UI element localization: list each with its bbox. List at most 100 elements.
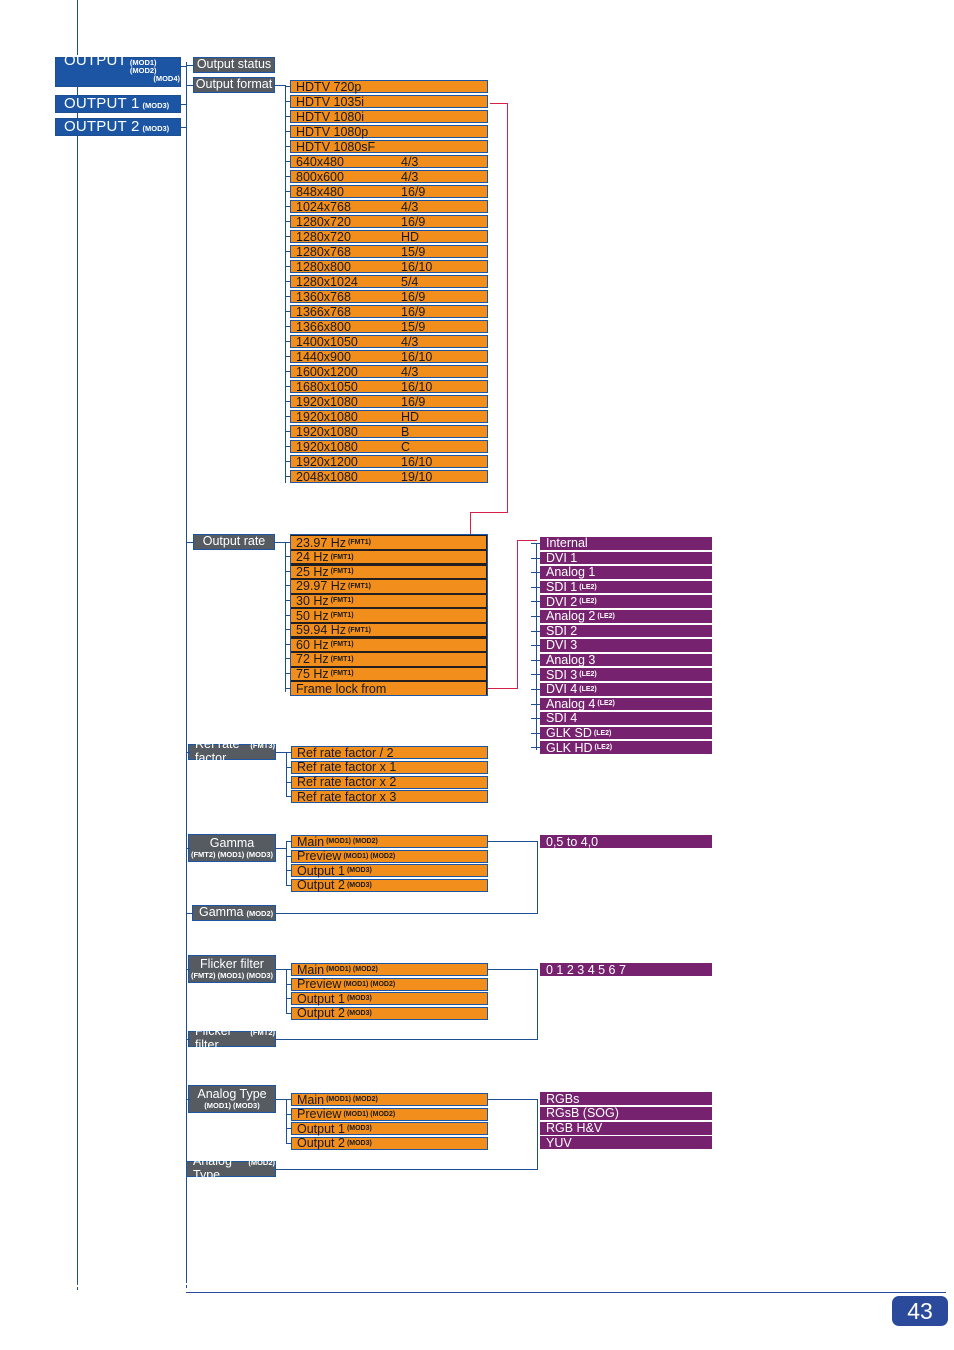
frame-lock-source-item[interactable]: DVI 1 bbox=[540, 551, 712, 565]
frame-lock-source-item[interactable]: GLK HD (LE2) bbox=[540, 741, 712, 755]
analog-target-item[interactable]: Output 2 (MOD3) bbox=[291, 1136, 488, 1150]
frame-lock-source-item[interactable]: Analog 1 bbox=[540, 565, 712, 579]
output-format-item[interactable]: 1680x1050 16/10 bbox=[290, 380, 488, 394]
output-format-item[interactable]: HDTV 1035i bbox=[290, 95, 488, 109]
frame-lock-source-item[interactable]: DVI 3 bbox=[540, 638, 712, 652]
output-rate-item[interactable]: 50 Hz (FMT1) bbox=[291, 609, 486, 623]
frame-lock-source-item[interactable]: Analog 4 (LE2) bbox=[540, 697, 712, 711]
output-rate-item[interactable]: 72 Hz (FMT1) bbox=[291, 652, 486, 666]
connector-rate-item bbox=[285, 600, 291, 601]
frame-lock-source-item[interactable]: SDI 1 (LE2) bbox=[540, 580, 712, 594]
analog-target-item[interactable]: Preview (MOD1) (MOD2) bbox=[291, 1107, 488, 1121]
flicker-target-item[interactable]: Output 1 (MOD3) bbox=[291, 991, 488, 1006]
output-format-item[interactable]: 1920x1080 16/9 bbox=[290, 395, 488, 409]
flicker-target-item[interactable]: Main (MOD1) (MOD2) bbox=[291, 963, 488, 977]
menu-output-rate[interactable]: Output rate bbox=[193, 534, 275, 550]
output-format-item[interactable]: 1280x1024 5/4 bbox=[290, 275, 488, 289]
connector-framelock-item bbox=[531, 747, 540, 749]
superscript-tag: (FMT1) bbox=[330, 553, 354, 561]
output-format-item[interactable]: 1366x768 16/9 bbox=[290, 305, 488, 319]
output-format-item[interactable]: HDTV 720p bbox=[290, 80, 488, 94]
menu-flicker-fmt2[interactable]: Flicker filter (FMT2) bbox=[188, 1024, 276, 1052]
output-format-item[interactable]: 1920x1200 16/10 bbox=[290, 455, 488, 469]
flicker-target-name: Output 1 bbox=[297, 991, 345, 1006]
gamma-value-item[interactable]: 0,5 to 4,0 bbox=[540, 835, 712, 849]
output-format-item[interactable]: 1280x720 HD bbox=[290, 229, 488, 244]
output-format-item-name: 640x480 bbox=[296, 154, 344, 169]
output-format-item[interactable]: 640x480 4/3 bbox=[290, 154, 488, 169]
analog-type-value-item[interactable]: RGB H&V bbox=[540, 1121, 712, 1135]
flicker-target-item[interactable]: Preview (MOD1) (MOD2) bbox=[291, 977, 488, 991]
output-format-item[interactable]: 1440x900 16/10 bbox=[290, 350, 488, 364]
output-rate-item[interactable]: 29.97 Hz (FMT1) bbox=[291, 579, 486, 593]
output-rate-item[interactable]: 59.94 Hz (FMT1) bbox=[291, 623, 486, 637]
output-format-item[interactable]: 800x600 4/3 bbox=[290, 170, 488, 184]
output-format-item[interactable]: 1280x768 15/9 bbox=[290, 245, 488, 259]
output-format-item-ratio: HD bbox=[401, 229, 420, 244]
output-rate-item[interactable]: 24 Hz (FMT1) bbox=[291, 550, 486, 564]
menu-flicker-filter[interactable]: Flicker filter (FMT2) (MOD1) (MOD3) bbox=[188, 955, 276, 983]
menu-output-status[interactable]: Output status bbox=[193, 57, 275, 73]
analog-type-value-item[interactable]: RGBs bbox=[540, 1092, 712, 1106]
output-format-item[interactable]: 1280x800 16/10 bbox=[290, 260, 488, 274]
gamma-target-item[interactable]: Main (MOD1) (MOD2) bbox=[291, 835, 488, 849]
flicker-target-item[interactable]: Output 2 (MOD3) bbox=[291, 1006, 488, 1020]
frame-lock-source-item[interactable]: DVI 2 (LE2) bbox=[540, 595, 712, 609]
output-format-item[interactable]: HDTV 1080sF bbox=[290, 140, 488, 154]
analog-type-value-item[interactable]: RGsB (SOG) bbox=[540, 1106, 712, 1120]
output-format-item-name: 1366x800 bbox=[296, 319, 351, 334]
output-format-item[interactable]: 1920x1080 C bbox=[290, 440, 488, 454]
output-rate-item[interactable]: 25 Hz (FMT1) bbox=[291, 564, 486, 579]
output-format-item[interactable]: 1920x1080 HD bbox=[290, 410, 488, 424]
output-rate-item-name: 25 Hz bbox=[296, 564, 329, 579]
menu-flicker-filter-label: Flicker filter bbox=[200, 957, 264, 971]
superscript-tag: (MOD1) (MOD2) bbox=[326, 838, 378, 845]
output-format-item[interactable]: HDTV 1080i bbox=[290, 110, 488, 124]
output-format-item[interactable]: 1024x768 4/3 bbox=[290, 200, 488, 214]
output-format-item[interactable]: 1600x1200 4/3 bbox=[290, 365, 488, 379]
frame-lock-source-item[interactable]: SDI 4 bbox=[540, 711, 712, 725]
ref-rate-factor-item[interactable]: Ref rate factor x 1 bbox=[291, 760, 488, 774]
analog-target-item[interactable]: Output 1 (MOD3) bbox=[291, 1122, 488, 1136]
analog-target-item[interactable]: Main (MOD1) (MOD2) bbox=[291, 1093, 488, 1107]
output-rate-item-name: Frame lock from bbox=[296, 681, 387, 696]
ref-rate-factor-item[interactable]: Ref rate factor / 2 bbox=[291, 746, 488, 760]
output-format-item[interactable]: 1280x720 16/9 bbox=[290, 215, 488, 229]
frame-lock-source-item[interactable]: Internal bbox=[540, 536, 712, 550]
ref-rate-factor-item[interactable]: Ref rate factor x 2 bbox=[291, 775, 488, 789]
output-format-item[interactable]: 2048x1080 19/10 bbox=[290, 470, 488, 484]
output-format-item[interactable]: 1400x1050 4/3 bbox=[290, 335, 488, 349]
frame-lock-source-item[interactable]: Analog 2 (LE2) bbox=[540, 609, 712, 623]
output-rate-item[interactable]: 30 Hz (FMT1) bbox=[291, 594, 486, 608]
menu-gamma-mod2[interactable]: Gamma (MOD2) bbox=[192, 905, 276, 921]
menu-analog-type-mod2[interactable]: Analog Type (MOD2) bbox=[186, 1154, 276, 1182]
menu-analog-type[interactable]: Analog Type (MOD1) (MOD3) bbox=[188, 1085, 276, 1113]
menu-gamma[interactable]: Gamma (FMT2) (MOD1) (MOD3) bbox=[188, 834, 276, 862]
frame-lock-source-item[interactable]: SDI 2 bbox=[540, 624, 712, 638]
output-rate-item[interactable]: 75 Hz (FMT1) bbox=[291, 667, 486, 681]
root-output[interactable]: OUTPUT (MOD1) (MOD2) (MOD4) bbox=[55, 53, 181, 87]
output-rate-item[interactable]: 23.97 Hz (FMT1) bbox=[291, 536, 486, 550]
output-format-item[interactable]: 1920x1080 B bbox=[290, 424, 488, 439]
output-format-item-name: 1920x1080 bbox=[296, 424, 358, 439]
menu-ref-rate-factor[interactable]: Ref rate factor (FMT3) bbox=[188, 737, 276, 765]
ref-rate-factor-item[interactable]: Ref rate factor x 3 bbox=[291, 790, 488, 804]
output-format-item[interactable]: 848x480 16/9 bbox=[290, 185, 488, 199]
frame-lock-source-item[interactable]: DVI 4 (LE2) bbox=[540, 682, 712, 696]
output-rate-item[interactable]: 60 Hz (FMT1) bbox=[291, 638, 486, 652]
flicker-value-item[interactable]: 0 1 2 3 4 5 6 7 bbox=[540, 963, 712, 977]
menu-output-format[interactable]: Output format bbox=[193, 77, 275, 93]
gamma-target-item[interactable]: Output 2 (MOD3) bbox=[291, 878, 488, 892]
frame-lock-source-item[interactable]: Analog 3 bbox=[540, 653, 712, 667]
gamma-target-item[interactable]: Output 1 (MOD3) bbox=[291, 864, 488, 878]
frame-lock-source-item[interactable]: GLK SD (LE2) bbox=[540, 726, 712, 740]
root-output-1[interactable]: OUTPUT 1 (MOD3) bbox=[55, 95, 181, 113]
output-format-item[interactable]: HDTV 1080p bbox=[290, 125, 488, 139]
output-format-item[interactable]: 1360x768 16/9 bbox=[290, 290, 488, 304]
analog-type-value-item[interactable]: YUV bbox=[540, 1136, 712, 1150]
output-format-item[interactable]: 1366x800 15/9 bbox=[290, 319, 488, 334]
frame-lock-source-item[interactable]: SDI 3 (LE2) bbox=[540, 668, 712, 682]
gamma-target-item[interactable]: Preview (MOD1) (MOD2) bbox=[291, 849, 488, 863]
output-rate-item[interactable]: Frame lock from bbox=[291, 681, 486, 696]
root-output-2[interactable]: OUTPUT 2 (MOD3) bbox=[55, 118, 181, 136]
